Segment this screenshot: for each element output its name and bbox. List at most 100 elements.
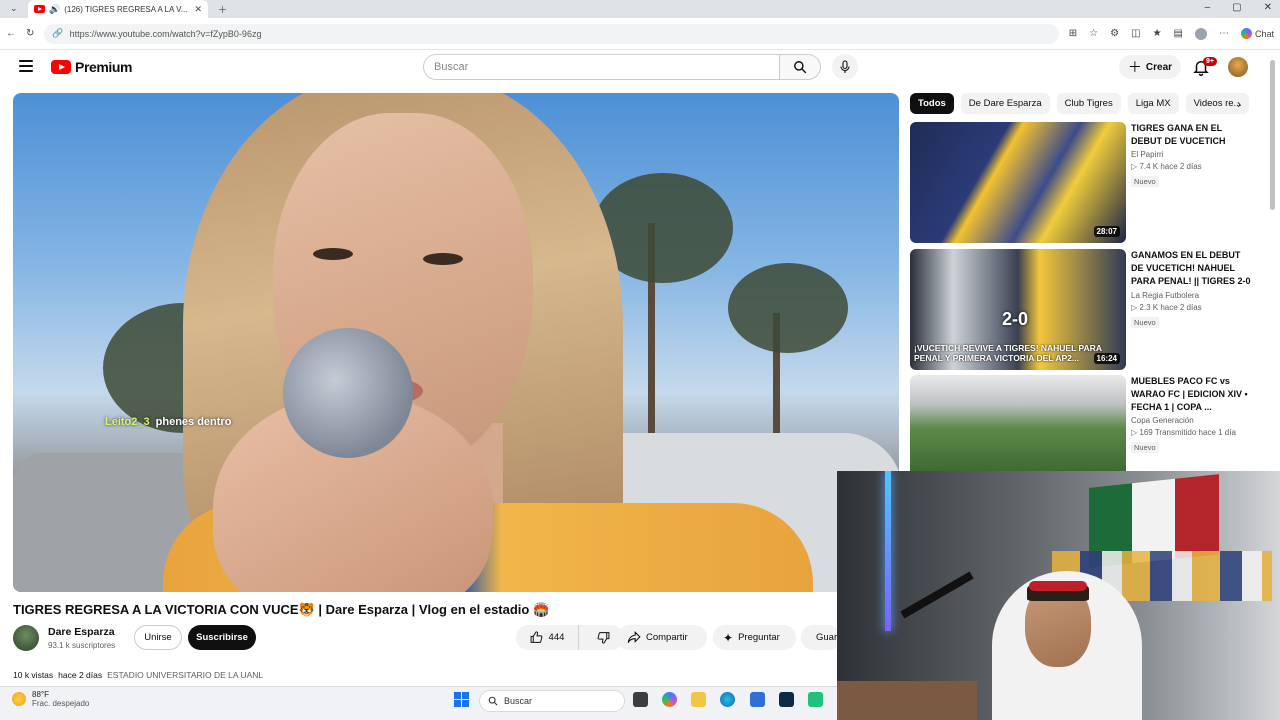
favorite-star-icon[interactable]: ☆ xyxy=(1089,28,1098,39)
copilot-icon xyxy=(1240,28,1252,39)
save-button[interactable]: Guardar xyxy=(801,625,841,650)
store-icon[interactable] xyxy=(750,692,765,707)
file-explorer-icon[interactable] xyxy=(691,692,706,707)
subscribe-button[interactable]: Suscribirse xyxy=(188,625,256,650)
thumbs-up-icon xyxy=(530,631,542,643)
recommendation-thumbnail[interactable] xyxy=(910,375,1126,471)
like-button[interactable]: 444 xyxy=(516,625,579,650)
subscriber-count: 93.1 k suscriptores xyxy=(48,641,116,650)
audio-playing-icon[interactable]: 🔊 xyxy=(49,4,60,15)
location-tag[interactable]: ESTADIO UNIVERSITARIO DE LA UANL xyxy=(107,670,263,680)
page-scrollbar[interactable] xyxy=(1270,60,1275,210)
recommendation-thumbnail[interactable]: 28:07 xyxy=(910,122,1126,243)
recommendation-title[interactable]: TIGRES GANA EN EL DEBUT DE VUCETICH xyxy=(1131,122,1255,148)
join-button[interactable]: Unirse xyxy=(134,625,182,650)
youtube-premium-logo[interactable]: Premium xyxy=(51,59,133,75)
collections-icon[interactable]: ▤ xyxy=(1174,28,1183,39)
weather-widget[interactable]: 88°F Frac. despejado xyxy=(12,690,89,708)
search-input[interactable] xyxy=(423,54,779,80)
live-chat-overlay: Leito2_3 phenes dentro xyxy=(105,416,231,428)
recommendation-channel[interactable]: Copa Generación xyxy=(1131,416,1255,425)
app-available-icon[interactable]: ⊞ xyxy=(1069,28,1077,39)
copilot-chat-button[interactable]: Chat xyxy=(1240,28,1274,39)
reload-icon[interactable]: ↻ xyxy=(26,28,34,39)
address-bar[interactable]: 🔗 https://www.youtube.com/watch?v=fZypB0… xyxy=(44,23,1059,44)
plus-icon: ＋ xyxy=(1127,59,1142,75)
recommendation-thumbnail[interactable]: 2-0 ¡VUCETICH REVIVE A TIGRES! NAHUEL PA… xyxy=(910,249,1126,370)
weather-condition: Frac. despejado xyxy=(32,699,90,708)
chip-club-tigres[interactable]: Club Tigres xyxy=(1056,93,1121,114)
copilot-chat-label: Chat xyxy=(1254,28,1274,39)
photoshop-icon[interactable] xyxy=(779,692,794,707)
channel-avatar[interactable] xyxy=(13,625,39,651)
led-lights xyxy=(885,471,891,631)
recommendation-meta: TIGRES GANA EN EL DEBUT DE VUCETICH El P… xyxy=(1131,122,1255,189)
new-tab-icon[interactable]: ＋ xyxy=(218,3,227,16)
window-close-icon[interactable]: ✕ xyxy=(1264,2,1272,13)
fluffy-microphone xyxy=(283,328,413,458)
tab-close-icon[interactable]: ✕ xyxy=(194,4,202,15)
browser-tab-active[interactable]: 🔊 (126) TIGRES REGRESA A LA V... ✕ xyxy=(28,0,208,18)
play-small-icon: ▷ xyxy=(1131,428,1138,437)
sun-icon xyxy=(12,692,26,706)
split-screen-icon[interactable]: ◫ xyxy=(1131,28,1140,39)
hamburger-menu-icon[interactable] xyxy=(19,60,33,72)
back-icon[interactable]: ← xyxy=(6,28,16,39)
upload-date: hace 2 días xyxy=(58,670,103,680)
recommendation-time: hace 2 días xyxy=(1160,303,1202,312)
minimize-icon[interactable]: – xyxy=(1205,2,1211,13)
task-view-icon[interactable] xyxy=(633,692,648,707)
chip-de-dare-esparza[interactable]: De Dare Esparza xyxy=(960,93,1050,114)
site-info-icon[interactable]: 🔗 xyxy=(52,28,63,39)
microphone-icon xyxy=(840,60,850,73)
copilot-taskbar-icon[interactable] xyxy=(662,692,677,707)
recommendation-card[interactable]: 2-0 ¡VUCETICH REVIVE A TIGRES! NAHUEL PA… xyxy=(910,249,1255,370)
voice-search-button[interactable] xyxy=(832,54,858,80)
youtube-favicon-icon xyxy=(34,5,45,13)
youtube-header: Premium ＋ Crear xyxy=(0,50,1268,84)
url-text: https://www.youtube.com/watch?v=fZypB0-9… xyxy=(69,28,262,39)
recommendation-channel[interactable]: El Papirri xyxy=(1131,150,1255,159)
view-count: 10 k vistas xyxy=(13,670,54,680)
tab-list-chevron-icon[interactable]: ⌄ xyxy=(10,3,18,14)
app-icon[interactable] xyxy=(808,692,823,707)
browser-toolbar: ← ↻ 🔗 https://www.youtube.com/watch?v=fZ… xyxy=(0,18,1280,50)
thumbnail-caption: ¡VUCETICH REVIVE A TIGRES! NAHUEL PARA P… xyxy=(914,343,1102,363)
chevron-right-icon[interactable]: › xyxy=(1231,96,1247,112)
create-button[interactable]: ＋ Crear xyxy=(1119,55,1181,79)
account-avatar[interactable] xyxy=(1228,57,1248,77)
recommendation-channel[interactable]: La Regia Futbolera xyxy=(1131,291,1255,300)
extensions-icon[interactable]: ⚙ xyxy=(1110,28,1119,39)
windows-start-icon[interactable] xyxy=(454,692,469,707)
channel-name[interactable]: Dare Esparza xyxy=(48,626,115,638)
play-small-icon: ▷ xyxy=(1131,162,1138,171)
search-button[interactable] xyxy=(779,54,821,80)
ask-ai-button[interactable]: ✦ Preguntar xyxy=(713,625,796,650)
create-label: Crear xyxy=(1145,61,1173,73)
recommendation-title[interactable]: MUEBLES PACO FC vs WARAO FC | EDICION XI… xyxy=(1131,375,1255,414)
chip-todos[interactable]: Todos xyxy=(910,93,954,114)
logo-text: Premium xyxy=(75,59,133,75)
taskbar-search[interactable]: Buscar xyxy=(479,690,625,712)
share-button[interactable]: Compartir xyxy=(617,625,707,650)
recommendation-title[interactable]: GANAMOS EN EL DEBUT DE VUCETICH! NAHUEL … xyxy=(1131,249,1255,289)
palm-tree xyxy=(728,263,848,353)
recommendation-card[interactable]: MUEBLES PACO FC vs WARAO FC | EDICION XI… xyxy=(910,375,1255,471)
chat-username: Leito2_3 xyxy=(105,416,150,428)
recommendation-time: hace 2 días xyxy=(1160,162,1202,171)
new-badge: Nuevo xyxy=(1131,176,1159,187)
favorites-icon[interactable]: ★ xyxy=(1153,28,1162,39)
video-player[interactable]: Leito2_3 phenes dentro xyxy=(13,93,899,592)
profile-avatar-icon[interactable] xyxy=(1194,27,1207,40)
maximize-icon[interactable]: ▢ xyxy=(1232,2,1241,13)
chip-liga-mx[interactable]: Liga MX xyxy=(1127,93,1179,114)
chat-message: phenes dentro xyxy=(155,416,232,428)
browser-tab-bar: ⌄ 🔊 (126) TIGRES REGRESA A LA V... ✕ ＋ –… xyxy=(0,0,1280,18)
edge-browser-icon[interactable] xyxy=(720,692,735,707)
recommendation-card[interactable]: 28:07 TIGRES GANA EN EL DEBUT DE VUCETIC… xyxy=(910,122,1255,243)
more-options-icon[interactable]: ⋯ xyxy=(1219,28,1229,39)
description-meta[interactable]: 10 k vistas hace 2 días ESTADIO UNIVERSI… xyxy=(13,670,838,680)
recommendation-time: Transmitido hace 1 día xyxy=(1154,428,1236,437)
weather-temp: 88°F xyxy=(32,690,49,699)
tab-title: (126) TIGRES REGRESA A LA V... xyxy=(64,4,188,14)
